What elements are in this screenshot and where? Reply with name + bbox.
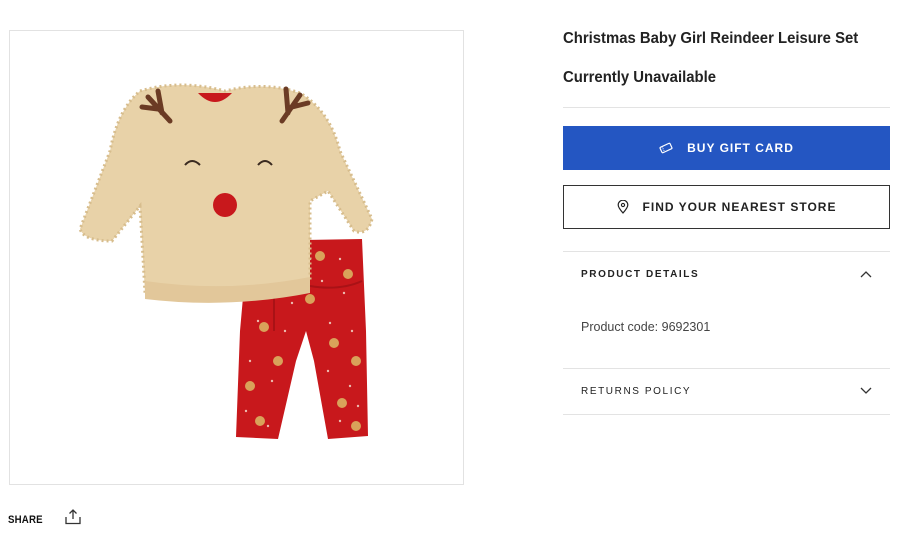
product-title: Christmas Baby Girl Reindeer Leisure Set (563, 30, 859, 47)
share-upload-icon (64, 509, 82, 530)
map-pin-icon (617, 200, 629, 214)
share-label: SHARE (8, 513, 43, 526)
ticket-icon (659, 142, 673, 154)
divider (563, 368, 890, 369)
accordion-product-details[interactable]: PRODUCT DETAILS (563, 264, 890, 284)
chevron-up-icon (860, 270, 872, 278)
product-code: Product code: 9692301 (581, 320, 710, 334)
divider (563, 414, 890, 415)
share-button[interactable]: SHARE (8, 509, 82, 530)
accordion-returns-policy[interactable]: RETURNS POLICY (563, 381, 890, 401)
product-details-label: PRODUCT DETAILS (581, 268, 700, 280)
chevron-down-icon (860, 387, 872, 395)
divider (563, 107, 890, 108)
product-image[interactable] (9, 30, 464, 485)
find-nearest-store-button[interactable]: FIND YOUR NEAREST STORE (563, 185, 890, 229)
product-code-value: 9692301 (661, 320, 711, 334)
find-nearest-store-label: FIND YOUR NEAREST STORE (642, 200, 837, 214)
availability-status: Currently Unavailable (563, 69, 716, 86)
buy-gift-card-label: BUY GIFT CARD (687, 141, 794, 155)
product-illustration (78, 83, 374, 439)
returns-policy-label: RETURNS POLICY (581, 385, 692, 397)
divider (563, 251, 890, 252)
buy-gift-card-button[interactable]: BUY GIFT CARD (563, 126, 890, 170)
product-code-label: Product code: (581, 320, 659, 334)
